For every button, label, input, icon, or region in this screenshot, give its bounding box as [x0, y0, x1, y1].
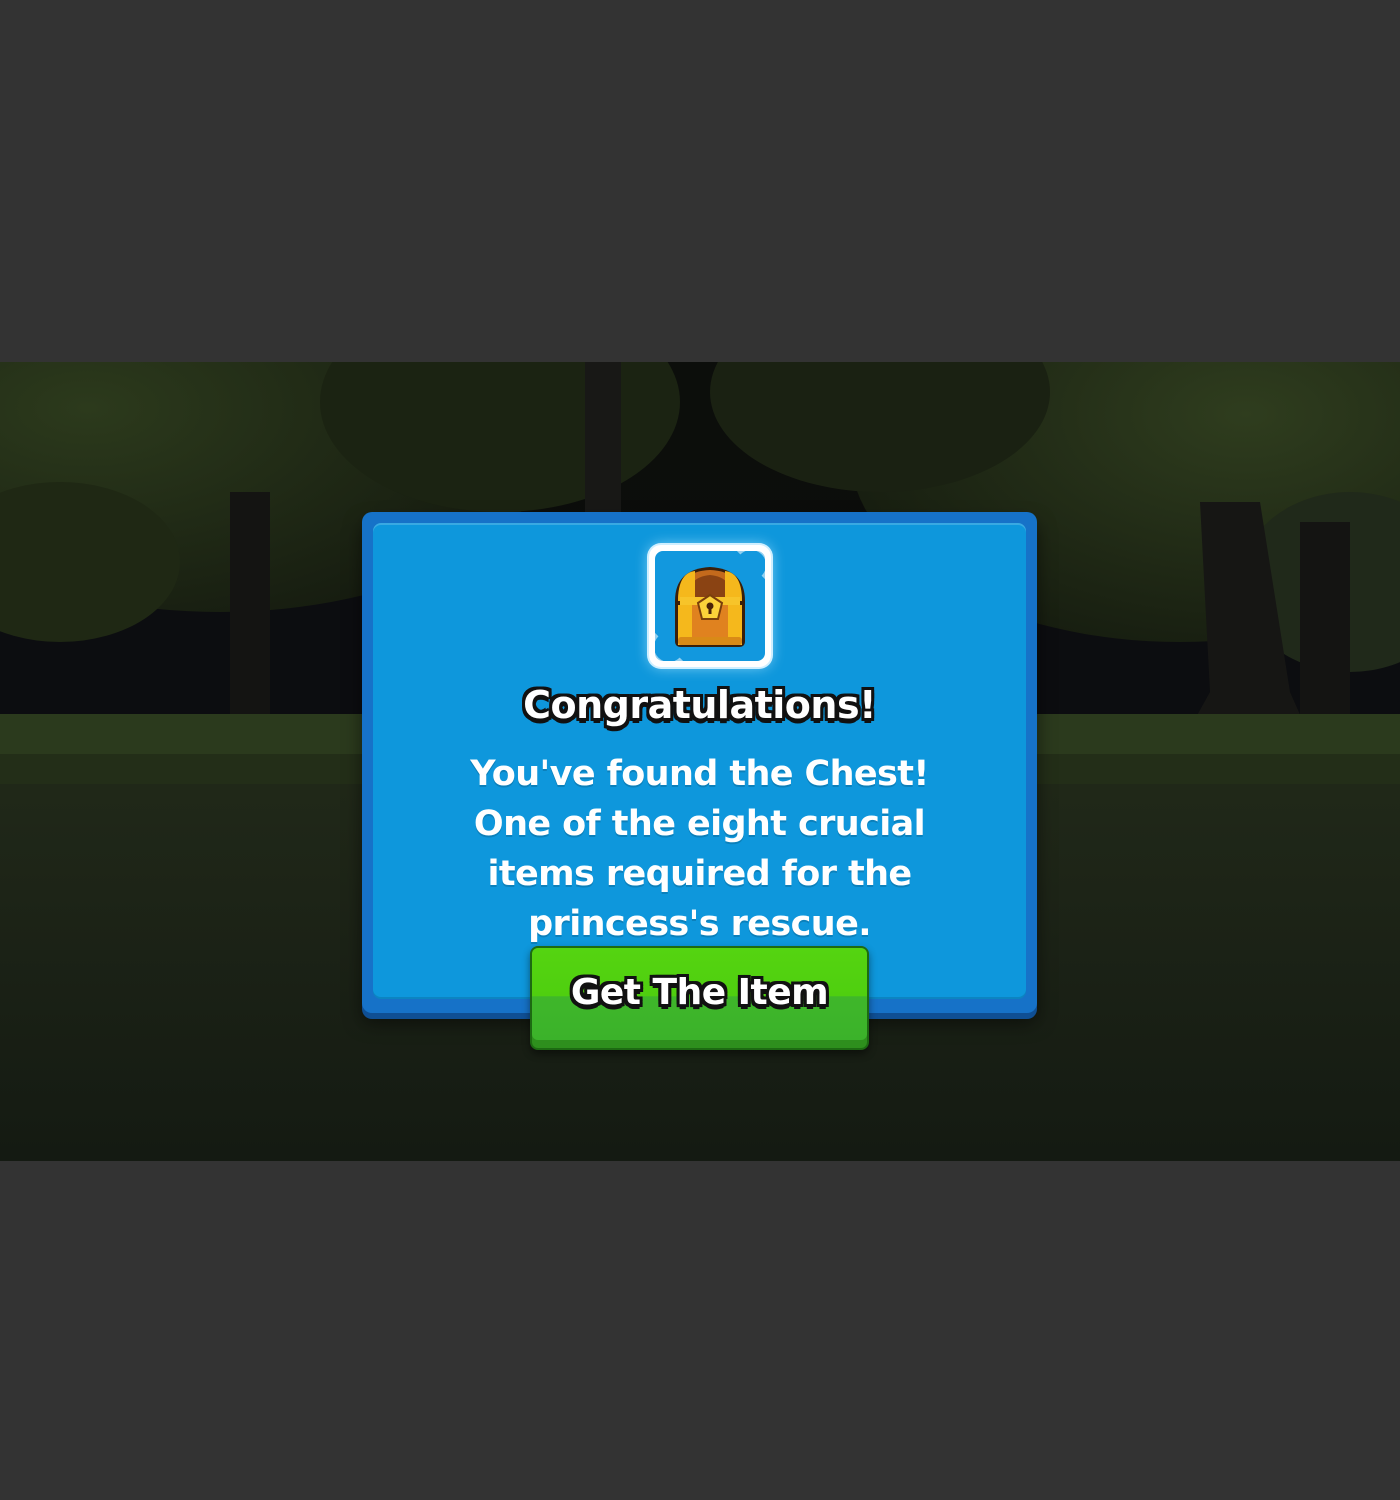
dialog-panel: Congratulations! You've found the Chest!… [373, 523, 1026, 999]
reward-dialog: Congratulations! You've found the Chest!… [362, 512, 1037, 1013]
dialog-title: Congratulations! [523, 683, 876, 727]
item-frame [649, 545, 771, 667]
get-item-button-label: Get The Item [570, 972, 829, 1013]
treasure-chest-icon [675, 567, 745, 647]
page-backdrop: Congratulations! You've found the Chest!… [0, 0, 1400, 1500]
get-item-button[interactable]: Get The Item [530, 946, 869, 1050]
dialog-message: You've found the Chest! One of the eight… [470, 754, 929, 944]
